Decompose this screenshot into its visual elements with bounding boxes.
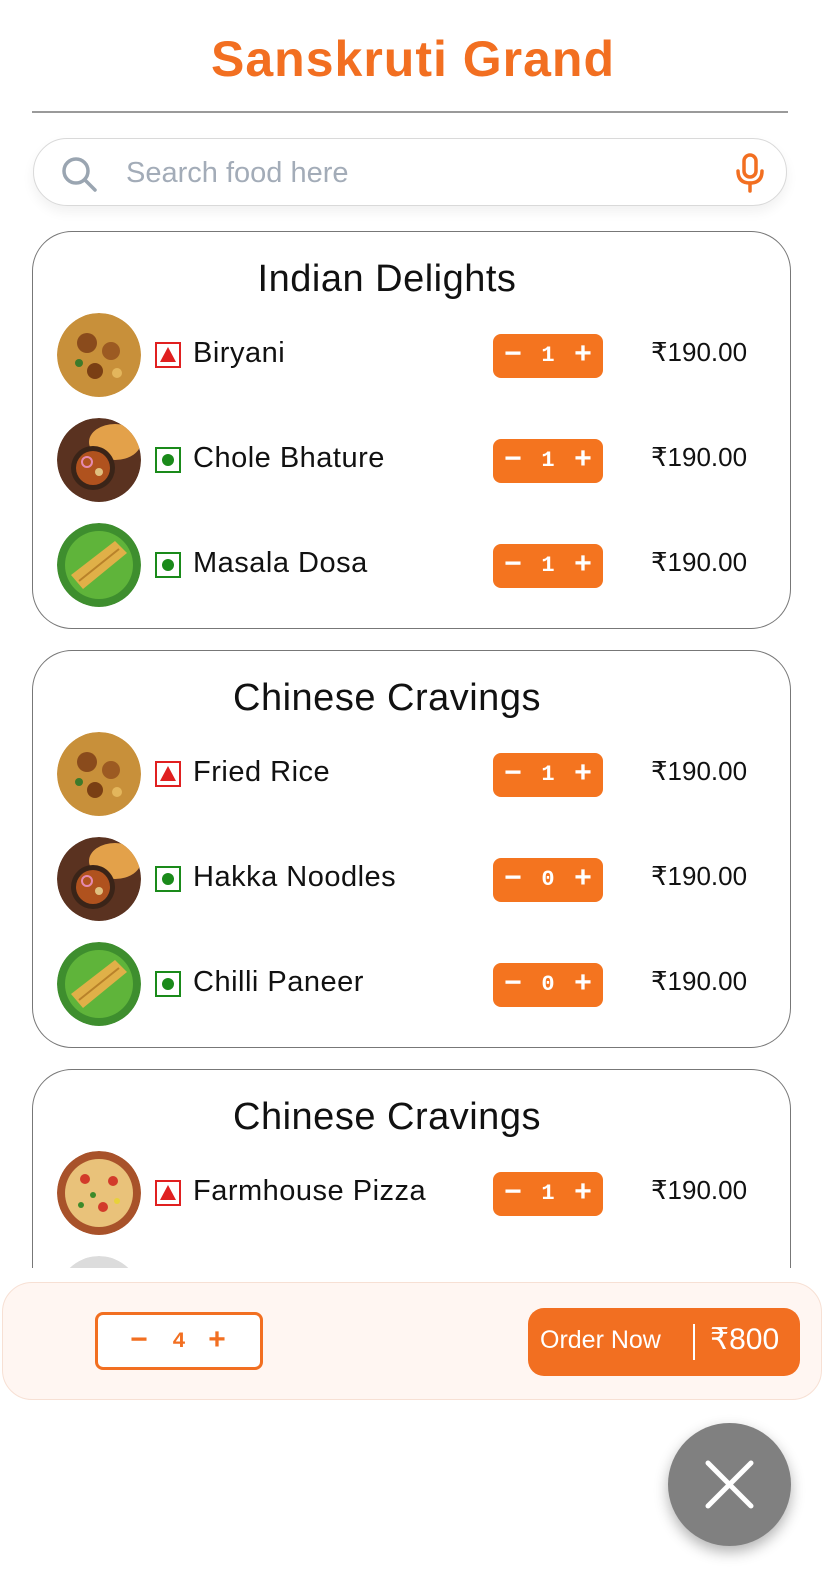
item-price: ₹190.00 [651, 1175, 748, 1205]
quantity-value: 1 [541, 343, 555, 368]
item-price: ₹190.00 [651, 861, 748, 891]
food-image-partial [57, 1256, 141, 1268]
food-image-biryani [57, 732, 141, 816]
increment-button[interactable]: + [571, 336, 595, 376]
food-image-chole-bhature [57, 837, 141, 921]
close-button[interactable] [668, 1423, 791, 1546]
increment-button[interactable]: + [571, 755, 595, 795]
quantity-stepper: − 0 + [493, 963, 603, 1007]
decrement-button[interactable]: − [501, 755, 525, 795]
non-veg-indicator-icon [155, 1180, 181, 1206]
food-image-chole-bhature [57, 418, 141, 502]
restaurant-title: Sanskruti Grand [211, 31, 615, 87]
quantity-stepper: − 0 + [493, 858, 603, 902]
item-price: ₹190.00 [651, 442, 748, 472]
order-divider [693, 1324, 695, 1360]
cart-quantity-value: 4 [172, 1329, 186, 1354]
increment-button[interactable]: + [571, 965, 595, 1005]
order-total: ₹800 [710, 1323, 780, 1356]
decrement-button[interactable]: − [501, 546, 525, 586]
cart-increment-button[interactable]: + [204, 1319, 230, 1365]
mic-icon[interactable] [734, 153, 766, 193]
veg-indicator-icon [155, 866, 181, 892]
item-name: Farmhouse Pizza [193, 1175, 427, 1207]
increment-button[interactable]: + [571, 860, 595, 900]
decrement-button[interactable]: − [501, 1174, 525, 1214]
cart-quantity-stepper: − 4 + [95, 1312, 263, 1370]
decrement-button[interactable]: − [501, 441, 525, 481]
quantity-stepper: − 1 + [493, 439, 603, 483]
item-price: ₹190.00 [651, 337, 748, 367]
quantity-value: 1 [541, 448, 555, 473]
item-price: ₹190.00 [651, 547, 748, 577]
menu-item: Chilli Paneer − 0 + ₹190.00 [33, 942, 792, 1028]
item-name: Hakka Noodles [193, 861, 397, 893]
increment-button[interactable]: + [571, 546, 595, 586]
search-input[interactable] [126, 151, 706, 195]
item-name: Fried Rice [193, 756, 331, 788]
search-bar[interactable] [33, 138, 787, 206]
section-title: Chinese Cravings [233, 677, 541, 719]
menu-item: Chole Bhature − 1 + ₹190.00 [33, 418, 792, 504]
item-name: Masala Dosa [193, 547, 368, 579]
non-veg-indicator-icon [155, 342, 181, 368]
menu-item: Biryani − 1 + ₹190.00 [33, 313, 792, 399]
menu-item: Hakka Noodles − 0 + ₹190.00 [33, 837, 792, 923]
veg-indicator-icon [155, 552, 181, 578]
food-image-pizza [57, 1151, 141, 1235]
menu-section: Chinese Cravings Farmhouse Pizza − 1 + ₹… [32, 1069, 791, 1268]
item-price: ₹190.00 [651, 966, 748, 996]
decrement-button[interactable]: − [501, 336, 525, 376]
item-name: Chilli Paneer [193, 966, 364, 998]
section-title: Indian Delights [257, 258, 517, 300]
increment-button[interactable]: + [571, 441, 595, 481]
quantity-value: 1 [541, 1181, 555, 1206]
item-name: Biryani [193, 337, 286, 369]
quantity-stepper: − 1 + [493, 334, 603, 378]
menu-item: Fried Rice − 1 + ₹190.00 [33, 732, 792, 818]
menu-item: Masala Dosa − 1 + ₹190.00 [33, 523, 792, 609]
menu-section: Indian Delights Biryani − 1 + ₹190.00 Ch… [32, 231, 791, 629]
food-image-biryani [57, 313, 141, 397]
quantity-stepper: − 1 + [493, 544, 603, 588]
menu-section: Chinese Cravings Fried Rice − 1 + ₹190.0… [32, 650, 791, 1048]
quantity-value: 0 [541, 867, 555, 892]
veg-indicator-icon [155, 971, 181, 997]
order-now-label: Order Now [540, 1326, 661, 1354]
food-image-masala-dosa [57, 523, 141, 607]
decrement-button[interactable]: − [501, 965, 525, 1005]
quantity-value: 0 [541, 972, 555, 997]
cart-decrement-button[interactable]: − [126, 1319, 152, 1365]
menu-item: Farmhouse Pizza − 1 + ₹190.00 [33, 1151, 792, 1237]
order-now-button[interactable]: Order Now ₹800 [528, 1308, 800, 1376]
quantity-value: 1 [541, 762, 555, 787]
increment-button[interactable]: + [571, 1174, 595, 1214]
quantity-value: 1 [541, 553, 555, 578]
food-image-masala-dosa [57, 942, 141, 1026]
menu-item-partial [33, 1256, 792, 1268]
cart-bar: − 4 + Order Now ₹800 [2, 1282, 822, 1400]
section-title: Chinese Cravings [233, 1096, 541, 1138]
decrement-button[interactable]: − [501, 860, 525, 900]
item-name: Chole Bhature [193, 442, 385, 474]
close-icon [705, 1460, 754, 1509]
menu-list[interactable]: Indian Delights Biryani − 1 + ₹190.00 Ch… [0, 218, 826, 1268]
search-icon[interactable] [60, 155, 98, 193]
title-divider [32, 111, 788, 113]
quantity-stepper: − 1 + [493, 1172, 603, 1216]
item-price: ₹190.00 [651, 756, 748, 786]
non-veg-indicator-icon [155, 761, 181, 787]
quantity-stepper: − 1 + [493, 753, 603, 797]
veg-indicator-icon [155, 447, 181, 473]
